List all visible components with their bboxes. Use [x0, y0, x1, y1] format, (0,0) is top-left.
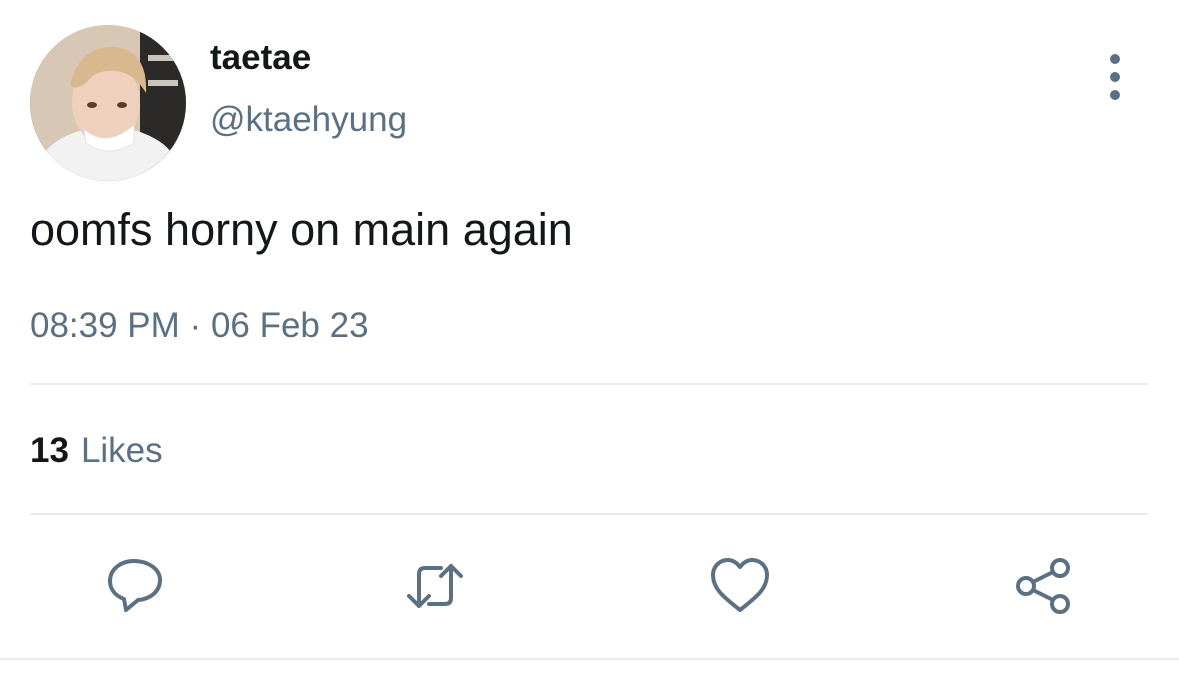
heart-icon: [711, 558, 769, 612]
reply-button[interactable]: [105, 556, 165, 616]
retweet-icon: [407, 564, 463, 608]
avatar-image: [30, 25, 186, 181]
likes-count: 13: [30, 431, 69, 470]
timestamp-separator: ·: [189, 306, 202, 345]
tweet-time: 08:39 PM: [30, 306, 180, 345]
like-button[interactable]: [710, 556, 770, 616]
display-name[interactable]: taetae: [210, 38, 311, 78]
user-handle[interactable]: @ktaehyung: [210, 100, 407, 140]
retweet-button[interactable]: [405, 556, 465, 616]
tweet-card: taetae @ktaehyung oomfs horny on main ag…: [0, 0, 1179, 678]
share-button[interactable]: [1013, 556, 1073, 616]
reply-icon: [108, 559, 162, 612]
likes-stat[interactable]: 13 Likes: [30, 431, 163, 471]
divider: [30, 513, 1148, 515]
tweet-text: oomfs horny on main again: [30, 204, 573, 255]
divider: [0, 658, 1179, 660]
tweet-date: 06 Feb 23: [210, 306, 369, 345]
avatar[interactable]: [30, 25, 186, 181]
divider: [30, 383, 1148, 385]
tweet-timestamp[interactable]: 08:39 PM · 06 Feb 23: [30, 306, 369, 346]
share-icon: [1016, 558, 1070, 614]
likes-label: Likes: [80, 431, 163, 470]
more-options-icon: [1110, 54, 1120, 64]
more-options-button[interactable]: [1098, 54, 1132, 100]
